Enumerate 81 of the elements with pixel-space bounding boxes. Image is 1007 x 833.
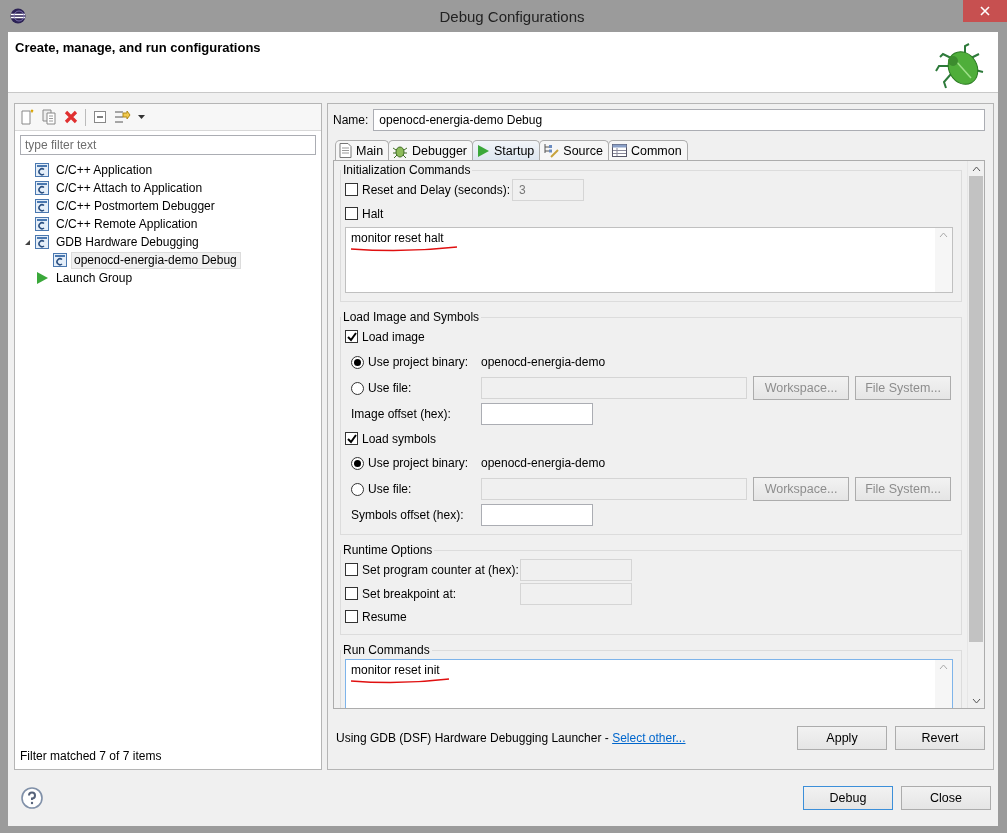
group-title: Run Commands bbox=[342, 643, 431, 657]
command-area[interactable]: monitor reset halt bbox=[345, 227, 953, 293]
checkbox[interactable] bbox=[345, 207, 358, 220]
close-icon bbox=[980, 6, 990, 16]
c-file-icon bbox=[35, 163, 49, 177]
tree-edit-icon bbox=[543, 143, 560, 158]
group-title: Load Image and Symbols bbox=[342, 310, 481, 324]
radio-label[interactable]: Use file: bbox=[351, 381, 475, 395]
duplicate-icon[interactable] bbox=[42, 109, 57, 125]
c-file-icon bbox=[53, 253, 67, 267]
help-icon[interactable] bbox=[21, 787, 43, 809]
radio-dot-icon bbox=[354, 459, 361, 467]
tree-item[interactable]: GDB Hardware Debugging bbox=[53, 233, 203, 251]
check-icon bbox=[346, 433, 357, 444]
binary-name: openocd-energia-demo bbox=[481, 456, 607, 470]
action-button[interactable]: Apply bbox=[797, 726, 887, 750]
window-title: Debug Configurations bbox=[439, 7, 585, 25]
filter-field[interactable]: type filter text bbox=[20, 135, 316, 155]
name-field[interactable]: openocd-energia-demo Debug bbox=[373, 109, 985, 131]
launcher-text: Using GDB (DSF) Hardware Debugging Launcher - Select other... bbox=[336, 731, 687, 745]
radio-button[interactable] bbox=[351, 381, 364, 395]
radio-button[interactable] bbox=[351, 355, 364, 369]
name-label: Name: bbox=[333, 113, 369, 127]
scroll-up-icon[interactable] bbox=[971, 166, 981, 172]
field-label: Symbols offset (hex): bbox=[351, 508, 465, 522]
radio-button[interactable] bbox=[351, 456, 364, 470]
close-button[interactable] bbox=[963, 0, 1007, 22]
play-icon bbox=[476, 143, 490, 158]
radio-label[interactable]: Use project binary: bbox=[351, 456, 475, 470]
checkbox[interactable] bbox=[345, 610, 358, 623]
scroll-down-icon[interactable] bbox=[971, 698, 981, 704]
command-text: monitor reset init bbox=[351, 663, 440, 677]
checkbox-label[interactable]: Resume bbox=[345, 609, 512, 624]
tree-item[interactable]: Launch Group bbox=[53, 269, 137, 287]
table-icon bbox=[611, 144, 627, 157]
tab[interactable]: Startup bbox=[472, 140, 541, 160]
launch-icon bbox=[35, 271, 49, 285]
command-text: monitor reset halt bbox=[351, 231, 444, 245]
action-button[interactable]: Revert bbox=[895, 726, 985, 750]
checkbox-label[interactable]: Load symbols bbox=[345, 431, 512, 446]
c-file-icon bbox=[35, 235, 49, 249]
tab[interactable]: Debugger bbox=[388, 140, 473, 160]
scrollbar-thumb[interactable] bbox=[969, 176, 983, 642]
tree-item[interactable]: openocd-energia-demo Debug bbox=[71, 251, 241, 269]
binary-name: openocd-energia-demo bbox=[481, 355, 607, 369]
radio-label[interactable]: Use project binary: bbox=[351, 355, 475, 369]
checkbox[interactable] bbox=[345, 432, 358, 445]
offset-field[interactable] bbox=[481, 504, 593, 526]
tree-item[interactable]: C/C++ Postmortem Debugger bbox=[53, 197, 219, 215]
dropdown-icon[interactable] bbox=[138, 115, 145, 119]
offset-field[interactable] bbox=[481, 403, 593, 425]
checkbox-label[interactable]: Load image bbox=[345, 329, 512, 344]
group-title: Initialization Commands bbox=[342, 163, 472, 177]
dialog-button[interactable]: Debug bbox=[803, 786, 893, 810]
filter-status: Filter matched 7 of 7 items bbox=[19, 749, 163, 765]
tree-item[interactable]: C/C++ Attach to Application bbox=[53, 179, 207, 197]
checkbox-label[interactable]: Halt bbox=[345, 206, 512, 221]
c-file-icon bbox=[35, 181, 49, 195]
dialog-heading: Create, manage, and run configurations bbox=[15, 40, 261, 57]
tab[interactable]: Source bbox=[539, 140, 609, 160]
check-icon bbox=[346, 331, 357, 342]
radio-button[interactable] bbox=[351, 482, 364, 496]
c-file-icon bbox=[35, 199, 49, 213]
expander-icon[interactable] bbox=[24, 238, 31, 246]
dialog-button[interactable]: Close bbox=[901, 786, 991, 810]
page-icon bbox=[339, 143, 352, 158]
checkbox[interactable] bbox=[345, 330, 358, 343]
c-file-icon bbox=[35, 217, 49, 231]
tree-item[interactable]: C/C++ Application bbox=[53, 161, 157, 179]
app-logo-icon bbox=[10, 8, 26, 24]
delete-icon[interactable] bbox=[64, 110, 78, 124]
radio-label[interactable]: Use file: bbox=[351, 482, 475, 496]
collapse-all-icon[interactable] bbox=[93, 110, 107, 124]
field-label: Image offset (hex): bbox=[351, 407, 452, 421]
group-title: Runtime Options bbox=[342, 543, 434, 557]
tab[interactable]: Main bbox=[335, 140, 390, 160]
command-area[interactable]: monitor reset init bbox=[345, 659, 953, 708]
tree-item[interactable]: C/C++ Remote Application bbox=[53, 215, 202, 233]
tab[interactable]: Common bbox=[607, 140, 688, 160]
select-other-link[interactable]: Select other... bbox=[612, 731, 686, 745]
radio-dot-icon bbox=[354, 358, 361, 366]
